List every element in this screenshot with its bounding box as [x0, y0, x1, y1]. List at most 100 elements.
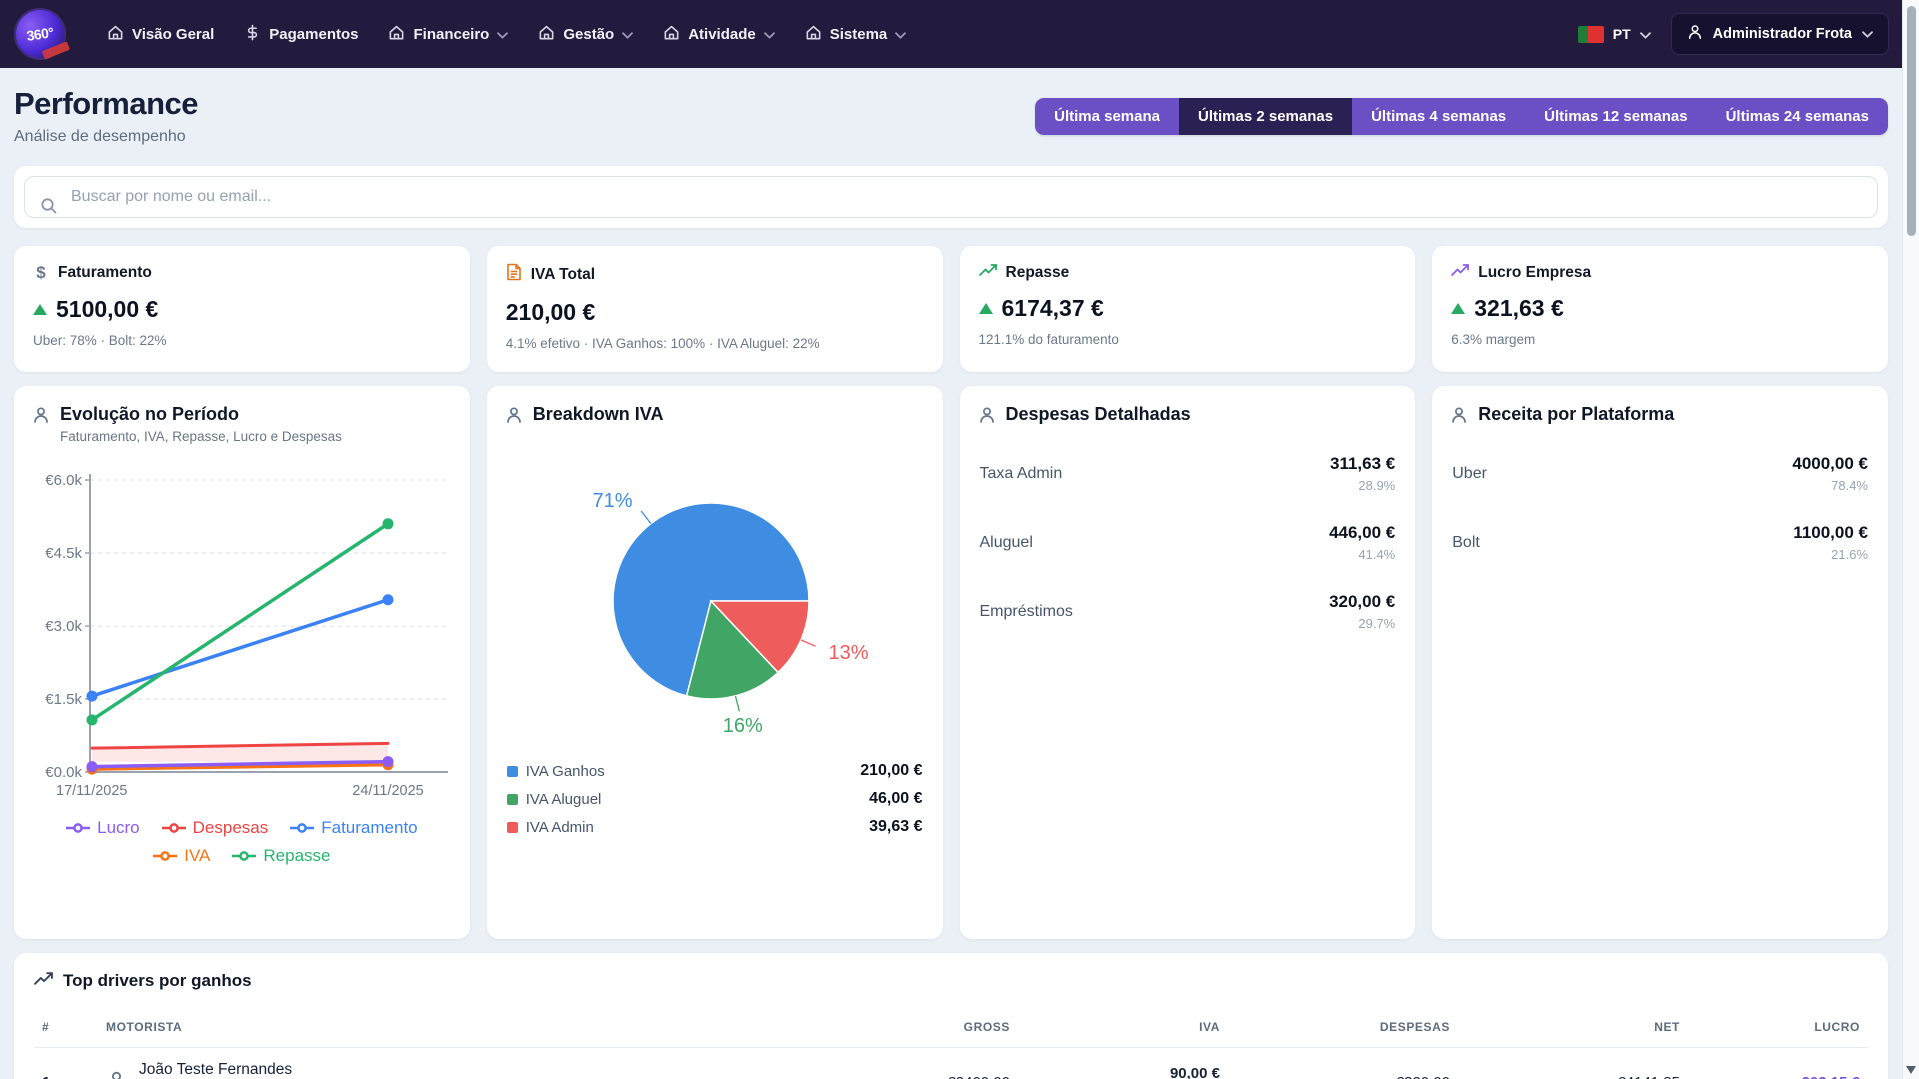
trend-up-arrow	[1451, 303, 1465, 314]
svg-text:16%: 16%	[723, 715, 763, 737]
user-icon	[978, 404, 996, 429]
legend-swatch	[507, 766, 518, 777]
legend-item[interactable]: Repasse	[232, 846, 330, 866]
legend-item[interactable]: Lucro	[66, 818, 140, 838]
expense-row: Aluguel 446,00 € 41.4%	[978, 508, 1398, 577]
trending-up-icon	[34, 971, 53, 991]
nav-label: Pagamentos	[269, 26, 358, 43]
expense-pct: 28.9%	[1330, 478, 1395, 493]
language-selector[interactable]: PT	[1578, 26, 1651, 43]
expense-label: Taxa Admin	[980, 465, 1063, 483]
legend-swatch	[507, 822, 518, 833]
tab-ultimas-24-semanas[interactable]: Últimas 24 semanas	[1707, 98, 1888, 135]
tab-ultimas-4-semanas[interactable]: Últimas 4 semanas	[1352, 98, 1525, 135]
expense-value: 446,00 €	[1329, 523, 1395, 543]
kpi-value: 210,00 €	[506, 299, 596, 326]
user-menu-button[interactable]: Administrador Frota	[1671, 13, 1889, 55]
legend-label: IVA Ganhos	[526, 763, 605, 780]
chevron-down-icon	[764, 26, 775, 43]
expense-row: Empréstimos 320,00 € 29.7%	[978, 577, 1398, 646]
legend-item[interactable]: IVA	[153, 846, 210, 866]
top-drivers-card: Top drivers por ganhos # MOTORISTA GROSS…	[14, 953, 1888, 1079]
evolution-chart-card: Evolução no Período Faturamento, IVA, Re…	[14, 386, 470, 939]
tab-ultimas-12-semanas[interactable]: Últimas 12 semanas	[1525, 98, 1706, 135]
kpi-title: Faturamento	[58, 264, 152, 282]
nav-item-financeiro[interactable]: Financeiro	[373, 14, 523, 55]
card-subtitle: Faturamento, IVA, Repasse, Lucro e Despe…	[60, 429, 342, 444]
chevron-down-icon	[1640, 26, 1651, 42]
tab-ultimas-2-semanas[interactable]: Últimas 2 semanas	[1179, 98, 1352, 135]
nav-label: Gestão	[563, 26, 614, 43]
expense-label: Aluguel	[980, 534, 1033, 552]
card-title: Breakdown IVA	[533, 404, 664, 425]
home-icon	[388, 24, 405, 45]
driver-iva: 90,00 €	[1026, 1065, 1220, 1079]
user-icon	[505, 404, 523, 429]
card-title: Despesas Detalhadas	[1006, 404, 1191, 425]
tab-ultima-semana[interactable]: Última semana	[1035, 98, 1179, 135]
column-header-despesas: DESPESAS	[1228, 1007, 1458, 1048]
legend-value: 39,63 €	[869, 818, 922, 836]
language-code: PT	[1613, 26, 1631, 42]
kpi-note: 4.1% efetivo · IVA Ganhos: 100% · IVA Al…	[506, 336, 924, 351]
legend-item[interactable]: Faturamento	[290, 818, 417, 838]
driver-name: João Teste Fernandes	[139, 1061, 292, 1079]
card-title: Evolução no Período	[60, 404, 342, 425]
despesas-detalhadas-card: Despesas Detalhadas Taxa Admin 311,63 € …	[960, 386, 1416, 939]
nav-label: Visão Geral	[132, 26, 214, 43]
kpi-title: Lucro Empresa	[1478, 264, 1591, 282]
chevron-down-icon	[497, 26, 508, 43]
column-header-net: NET	[1458, 1007, 1688, 1048]
nav-right-group: PT Administrador Frota	[1578, 13, 1889, 55]
nav-item-gestao[interactable]: Gestão	[523, 14, 648, 55]
table-row[interactable]: 1 João Teste Fernandes AFILIADO €2400.00…	[34, 1048, 1868, 1079]
evolution-legend: Lucro Despesas Faturamento IVA Repasse	[32, 818, 452, 866]
platform-pct: 78.4%	[1792, 478, 1868, 493]
page-subtitle: Análise de desempenho	[14, 128, 198, 146]
app-logo[interactable]: 360°	[13, 7, 67, 61]
platform-label: Bolt	[1452, 534, 1480, 552]
column-header-lucro: LUCRO	[1688, 1007, 1868, 1048]
user-menu-label: Administrador Frota	[1713, 26, 1852, 42]
scroll-down-arrow-icon[interactable]	[1906, 1066, 1916, 1074]
nav-item-atividade[interactable]: Atividade	[648, 14, 790, 55]
nav-item-visao-geral[interactable]: Visão Geral	[92, 14, 229, 55]
search-input[interactable]	[25, 188, 1877, 206]
drivers-table: # MOTORISTA GROSS IVA DESPESAS NET LUCRO…	[34, 1007, 1868, 1079]
column-header-motorista: MOTORISTA	[98, 1007, 808, 1048]
kpi-note: Uber: 78% · Bolt: 22%	[33, 333, 451, 348]
column-header-iva: IVA	[1018, 1007, 1228, 1048]
driver-lucro: 202,15 €	[1688, 1048, 1868, 1079]
svg-text:€4.5k: €4.5k	[45, 545, 82, 562]
platform-value: 4000,00 €	[1792, 454, 1868, 474]
kpi-note: 6.3% margem	[1451, 332, 1869, 347]
nav-item-sistema[interactable]: Sistema	[790, 14, 922, 55]
kpi-card-repasse: Repasse 6174,37 € 121.1% do faturamento	[960, 246, 1416, 372]
expense-label: Empréstimos	[980, 603, 1073, 621]
dollar-icon: $	[33, 263, 49, 283]
kpi-card-iva-total: IVA Total 210,00 € 4.1% efetivo · IVA Ga…	[487, 246, 943, 372]
expense-pct: 41.4%	[1329, 547, 1395, 562]
legend-item[interactable]: Despesas	[162, 818, 269, 838]
platform-value: 1100,00 €	[1793, 523, 1868, 543]
legend-item: IVA Ganhos 210,00 €	[505, 757, 925, 785]
expense-value: 320,00 €	[1329, 592, 1395, 612]
legend-item: IVA Admin 39,63 €	[505, 813, 925, 841]
iva-breakdown-card: Breakdown IVA 71%16%13% IVA Ganhos 210,0…	[487, 386, 943, 939]
nav-item-pagamentos[interactable]: Pagamentos	[229, 14, 373, 55]
driver-net: €4141.85	[1458, 1048, 1688, 1079]
scrollbar-thumb[interactable]	[1907, 6, 1916, 236]
vertical-scrollbar[interactable]	[1902, 0, 1919, 1079]
user-icon	[1450, 404, 1468, 429]
home-icon	[663, 24, 680, 45]
home-icon	[805, 24, 822, 45]
svg-text:71%: 71%	[592, 490, 632, 512]
svg-text:24/11/2025: 24/11/2025	[352, 783, 424, 799]
kpi-title: Repasse	[1006, 264, 1070, 282]
trending-up-icon	[979, 263, 997, 282]
kpi-value: 5100,00 €	[56, 296, 158, 323]
driver-despesas: €320.00	[1228, 1048, 1458, 1079]
svg-text:€1.5k: €1.5k	[45, 691, 82, 708]
receita-plataforma-card: Receita por Plataforma Uber 4000,00 € 78…	[1432, 386, 1888, 939]
legend-label: IVA Aluguel	[526, 791, 602, 808]
